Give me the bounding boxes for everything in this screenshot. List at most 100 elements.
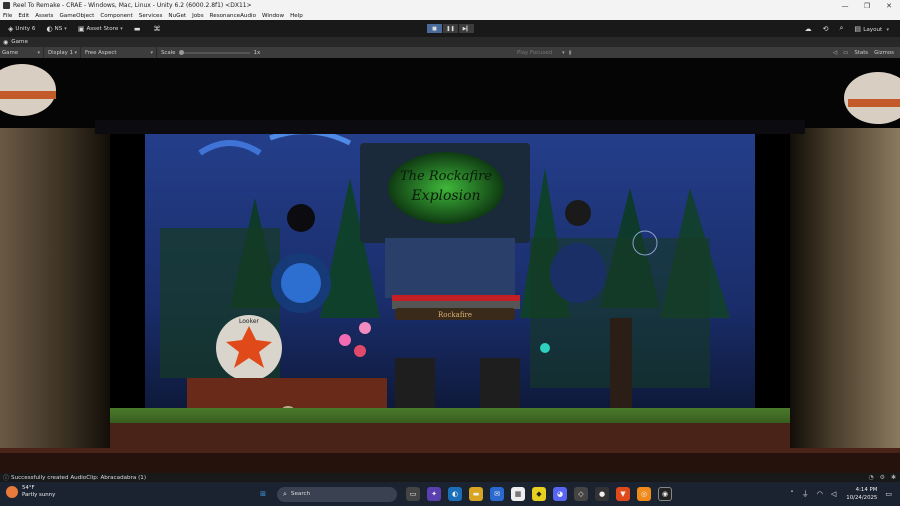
menu-edit[interactable]: Edit [18, 13, 29, 19]
lamp-left-band [0, 91, 56, 99]
mic-icon[interactable]: ⏚ [802, 489, 809, 499]
unity-account-button[interactable]: ◈ Unity 6 [5, 24, 38, 34]
play-button[interactable]: ■ [427, 24, 442, 33]
debug-icon[interactable]: ⚙ [880, 474, 885, 481]
menu-resonanceaudio[interactable]: ResonanceAudio [210, 13, 256, 19]
display-dropdown[interactable]: Display 1 ▾ [44, 47, 81, 58]
menu-services[interactable]: Services [139, 13, 163, 19]
console-status-bar[interactable]: ⓘ Successfully created AudioClip: Abraca… [0, 473, 900, 482]
github-icon[interactable]: ● [595, 487, 609, 501]
flower [359, 322, 371, 334]
proscenium-top [0, 58, 900, 128]
system-tray: ˄ ⏚ ◠ ◁ 4:14 PM 10/24/2025 ▭ [782, 485, 892, 503]
guitarist-body [550, 243, 606, 303]
history-icon[interactable]: ⟲ [823, 25, 829, 33]
layout-dropdown[interactable]: ▤ Layout ▾ [854, 25, 889, 33]
shortcut-icon[interactable]: ▭ [843, 50, 848, 56]
unity-app-icon [3, 2, 10, 9]
guitarist-head [565, 200, 591, 226]
weather-widget[interactable]: 54°F Partly sunny [6, 485, 55, 499]
play-focused-dropdown[interactable]: Play Focused ▾ ▮ [517, 47, 572, 58]
drummer-chest [281, 263, 321, 303]
menu-gameobject[interactable]: GameObject [59, 13, 94, 19]
start-icon[interactable]: ⊞ [256, 487, 270, 501]
window-title-bar: Reel To Remake - CRAE - Windows, Mac, Li… [0, 0, 900, 11]
scale-control: Scale 1x [157, 47, 260, 58]
volume-icon[interactable]: ◁ [831, 490, 836, 498]
audio-icon[interactable]: ◁ [833, 50, 837, 56]
pause-icon: ❚❚ [446, 25, 455, 32]
tools-icon: ⌘ [153, 24, 161, 33]
tab-game[interactable]: Game [11, 39, 28, 45]
menu-assets[interactable]: Assets [35, 13, 53, 19]
pause-button[interactable]: ❚❚ [443, 24, 458, 33]
asset-store-icon: ▣ [77, 24, 85, 33]
keyboard-keys [392, 301, 520, 309]
chevron-down-icon: ▾ [74, 49, 77, 56]
menu-window[interactable]: Window [262, 13, 284, 19]
toolbar-right: ☁ ⟲ ⌕ ▤ Layout ▾ [805, 20, 900, 37]
weather-temp: 54°F [22, 485, 35, 491]
layout-icon: ▤ [854, 24, 861, 33]
game-viewport[interactable]: The Rockafire Explosion Rockafire Looker [0, 58, 900, 473]
close-button[interactable]: ✕ [878, 0, 900, 11]
guitarist-legs [610, 318, 632, 418]
scale-slider[interactable] [178, 49, 250, 55]
mute-toggle-icon[interactable]: ▮ [569, 50, 572, 56]
system-clock[interactable]: 4:14 PM 10/24/2025 [846, 486, 877, 502]
stop-icon: ■ [432, 25, 437, 32]
discord-icon[interactable]: ◕ [553, 487, 567, 501]
cloud-icon[interactable]: ☁ [805, 25, 812, 33]
outlook-icon[interactable]: ✉ [490, 487, 504, 501]
step-button[interactable]: ▶▎ [459, 24, 474, 33]
menu-nuget[interactable]: NuGet [168, 13, 186, 19]
asset-store-dropdown[interactable]: ▣ Asset Store ▾ [75, 24, 126, 34]
wifi-icon[interactable]: ◠ [817, 490, 823, 498]
valance [95, 120, 805, 134]
lamp-right-band [848, 99, 900, 107]
package-button[interactable]: ▬ [131, 24, 146, 34]
blender-icon[interactable]: ◎ [637, 487, 651, 501]
mode-label: Game [2, 49, 19, 56]
menu-jobs[interactable]: Jobs [192, 13, 204, 19]
menu-help[interactable]: Help [290, 13, 303, 19]
package-icon: ▬ [133, 24, 141, 33]
file-explorer-icon[interactable]: ▬ [469, 487, 483, 501]
aspect-dropdown[interactable]: Free Aspect ▾ [81, 47, 157, 58]
tools-button[interactable]: ⌘ [150, 24, 165, 34]
account-dropdown[interactable]: ◐ NS ▾ [43, 24, 69, 34]
drummer-head [287, 204, 315, 232]
gizmos-button[interactable]: Gizmos [874, 50, 894, 56]
search-icon[interactable]: ⌕ [839, 24, 843, 33]
clock-time: 4:14 PM [855, 487, 878, 493]
account-icon: ◐ [46, 24, 53, 33]
taskbar-search[interactable]: ⌕ Search [277, 486, 397, 502]
stats-button[interactable]: Stats [854, 50, 868, 56]
game-tab-bar: ◉ Game [0, 37, 900, 47]
aspect-label: Free Aspect [85, 49, 117, 56]
unity-hub-icon[interactable]: ◇ [574, 487, 588, 501]
copilot-icon[interactable]: ✦ [427, 487, 441, 501]
brave-icon[interactable]: ▼ [616, 487, 630, 501]
maximize-button[interactable]: ❐ [856, 0, 878, 11]
menu-file[interactable]: File [3, 13, 12, 19]
asset-store-label: Asset Store [86, 25, 119, 32]
chevron-up-icon[interactable]: ˄ [790, 490, 794, 498]
status-message: Successfully created AudioClip: Abracada… [11, 474, 147, 481]
scale-slider-knob[interactable] [178, 49, 184, 55]
mode-dropdown[interactable]: Game ▾ [0, 47, 44, 58]
chevron-down-icon: ▾ [562, 49, 565, 56]
store-icon[interactable]: ▦ [511, 487, 525, 501]
edge-icon[interactable]: ◐ [448, 487, 462, 501]
task-view-icon[interactable]: ▭ [406, 487, 420, 501]
progress-icon[interactable]: ◔ [868, 474, 873, 481]
unity-label: Unity 6 [15, 25, 36, 32]
notification-icon[interactable]: ▭ [885, 490, 892, 498]
obs-icon[interactable]: ◉ [658, 487, 672, 501]
app-yellow-icon[interactable]: ◆ [532, 487, 546, 501]
menu-component[interactable]: Component [100, 13, 132, 19]
bug-icon[interactable]: ✱ [891, 474, 896, 481]
chevron-down-icon: ▾ [150, 49, 153, 56]
minimize-button[interactable]: — [834, 0, 856, 11]
sign-text-line1: The Rockafire [400, 169, 492, 184]
